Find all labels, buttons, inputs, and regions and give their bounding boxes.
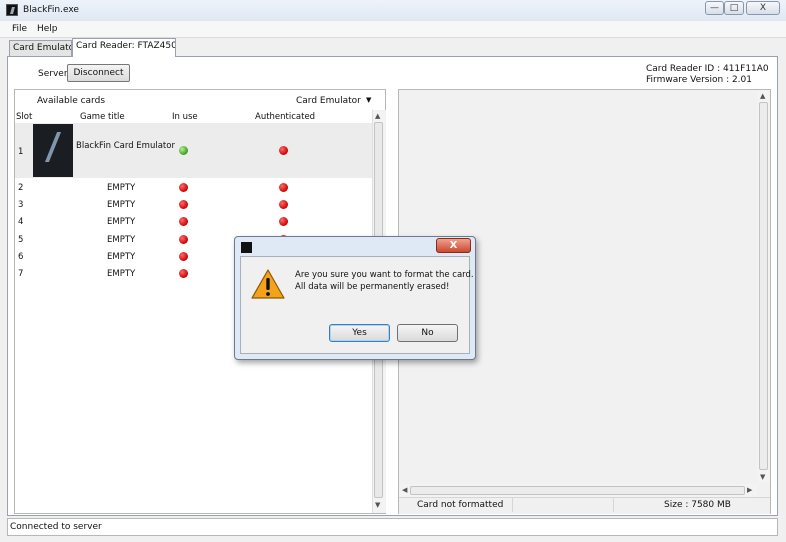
menu-help[interactable]: Help [37,24,58,34]
in-use-indicator [179,269,188,278]
minimize-button[interactable]: — [705,1,724,15]
card-reader-id: Card Reader ID : 411F11A0 [646,64,769,74]
tab-card-reader[interactable]: Card Reader: FTAZ450A [72,38,176,57]
column-game-title[interactable]: Game title [80,112,125,122]
authenticated-indicator [279,146,288,155]
slot-number: 7 [18,269,24,279]
scroll-up-icon[interactable]: ▲ [760,92,765,100]
in-use-indicator [179,146,188,155]
slot-number: 6 [18,252,24,262]
game-title: EMPTY [107,217,136,227]
in-use-indicator [179,235,188,244]
game-cover-image [33,124,73,177]
game-title: BlackFin Card Emulator [76,141,175,151]
slot-number: 3 [18,200,24,210]
dialog-close-button[interactable]: X [436,238,471,253]
dialog-message-line2: All data will be permanently erased! [295,282,450,292]
card-type-select[interactable]: Card Emulator [296,96,361,106]
game-title: EMPTY [107,252,136,262]
maximize-button[interactable]: □ [724,1,744,15]
server-label: Server: [38,69,71,79]
in-use-indicator [179,252,188,261]
no-button[interactable]: No [397,324,458,342]
game-title: EMPTY [107,269,136,279]
available-cards-label: Available cards [37,96,106,106]
content-horizontal-scrollbar-thumb[interactable] [410,486,745,495]
column-slot[interactable]: Slot [16,112,32,122]
authenticated-indicator [279,217,288,226]
menu-file[interactable]: File [12,24,27,34]
firmware-version: Firmware Version : 2.01 [646,75,752,85]
status-text: Connected to server [10,522,102,532]
game-title: EMPTY [107,200,136,210]
column-authenticated[interactable]: Authenticated [255,112,315,122]
disconnect-button[interactable]: Disconnect [67,64,130,82]
card-status: Card not formatted [417,500,504,510]
game-title: EMPTY [107,183,136,193]
yes-button[interactable]: Yes [329,324,390,342]
in-use-indicator [179,183,188,192]
slot-number: 2 [18,183,24,193]
status-bar [7,518,778,536]
content-vertical-scrollbar-thumb[interactable] [759,102,768,470]
menu-bar [0,21,786,38]
slot-number: 5 [18,235,24,245]
in-use-indicator [179,217,188,226]
scroll-down-icon[interactable]: ▼ [760,473,765,481]
chevron-down-icon[interactable]: ▼ [366,96,371,104]
dialog-app-icon [241,242,252,253]
card-info-spacer [512,498,614,512]
scroll-down-icon[interactable]: ▼ [375,501,380,509]
dialog-message-line1: Are you sure you want to format the card… [295,270,474,280]
window-title: BlackFin.exe [23,5,79,15]
slot-number: 1 [18,147,24,157]
tab-card-emulator[interactable]: Card Emulator [9,40,72,56]
scroll-left-icon[interactable]: ◀ [402,486,407,494]
game-title: EMPTY [107,235,136,245]
warning-icon [251,268,285,303]
column-in-use[interactable]: In use [172,112,198,122]
scroll-up-icon[interactable]: ▲ [375,112,380,120]
card-size: Size : 7580 MB [664,500,731,510]
slot-number: 4 [18,217,24,227]
title-bar[interactable] [0,0,786,22]
scroll-right-icon[interactable]: ▶ [747,486,752,494]
authenticated-indicator [279,200,288,209]
app-icon [6,4,18,16]
in-use-indicator [179,200,188,209]
authenticated-indicator [279,183,288,192]
close-button[interactable]: X [746,1,780,15]
